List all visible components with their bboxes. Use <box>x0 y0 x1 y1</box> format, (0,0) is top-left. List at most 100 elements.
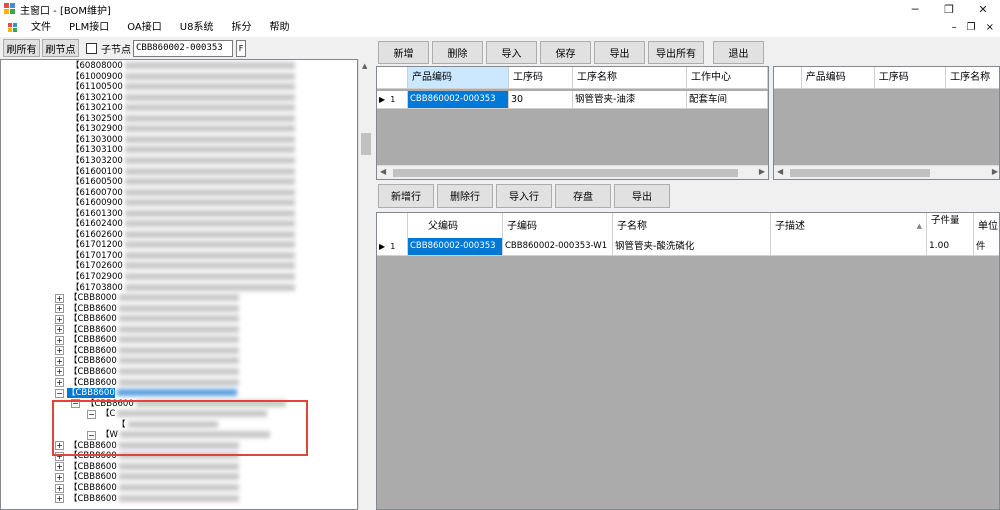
scroll-left-icon[interactable]: ◀ <box>380 167 386 176</box>
tree-node[interactable]: 【61702600 <box>71 261 295 271</box>
tree-node[interactable]: 【61303000 <box>71 135 295 145</box>
expand-icon[interactable]: + <box>55 335 64 345</box>
export-button[interactable]: 导出 <box>594 41 645 64</box>
export-all-button[interactable]: 导出所有 <box>648 41 704 64</box>
tree-node[interactable]: 【CBB8600 <box>69 314 239 324</box>
mdi-child-icon[interactable] <box>8 22 18 33</box>
col-header-process-code[interactable]: 工序码 <box>509 67 573 88</box>
secondary-grid-hscrollbar[interactable]: ◀ ▶ <box>774 165 999 179</box>
cell-child-desc[interactable] <box>771 238 927 256</box>
expand-icon[interactable]: + <box>55 314 64 324</box>
tree-node[interactable]: 【61602600 <box>71 230 295 240</box>
col-header-work-center[interactable]: 工作中心 <box>687 67 768 88</box>
tree-node[interactable]: 【CBB8600 <box>67 388 237 399</box>
tree-node[interactable]: 【CBB8600 <box>69 304 239 314</box>
cell-parent-code[interactable]: CBB860002-000353 <box>408 238 503 256</box>
tree-node[interactable]: 【61000900 <box>71 72 295 82</box>
delete-button[interactable]: 删除 <box>432 41 483 64</box>
expand-icon[interactable]: + <box>55 378 64 387</box>
tree-node[interactable]: 【CBB8600 <box>69 325 239 335</box>
col-header-child-name[interactable]: 子名称 <box>613 213 771 239</box>
exit-button[interactable]: 退出 <box>713 41 764 64</box>
scroll-left-icon[interactable]: ◀ <box>777 167 783 176</box>
menu-u8[interactable]: U8系统 <box>171 18 223 37</box>
find-button[interactable]: F <box>236 39 246 57</box>
cell-qty[interactable]: 1.00 <box>927 238 974 256</box>
expand-icon[interactable]: + <box>55 462 64 472</box>
add-row-button[interactable]: 新增行 <box>378 183 434 208</box>
col-header-process-name-2[interactable]: 工序名称 <box>946 67 999 88</box>
col-header-product-code[interactable]: 产品编码 <box>408 67 509 88</box>
table-row[interactable]: ▶ 1 CBB860002-000353 30 钢管管夹-油漆 配套车间 <box>377 91 768 109</box>
tree-node[interactable]: 【60808000 <box>71 61 295 71</box>
menu-plm[interactable]: PLM接口 <box>60 18 118 37</box>
scroll-up-icon[interactable]: ▲ <box>362 62 367 70</box>
mdi-close-button[interactable]: × <box>986 22 994 33</box>
tree-node[interactable]: 【CBB8600 <box>69 462 239 472</box>
menu-split[interactable]: 拆分 <box>222 18 260 37</box>
col-header-unit[interactable]: 单位 <box>974 213 999 239</box>
cell-unit[interactable]: 件 <box>974 238 999 256</box>
col-header-parent-code[interactable]: 父编码 <box>408 213 503 239</box>
tree-node[interactable]: 【61601300 <box>71 209 295 219</box>
tree-vertical-scrollbar[interactable]: ▲ <box>358 59 373 510</box>
tree-node[interactable]: 【CBB8600 <box>69 346 239 356</box>
expand-icon[interactable]: + <box>55 483 64 493</box>
export-bom-button[interactable]: 导出 <box>614 183 670 208</box>
cell-process-name[interactable]: 钢管管夹-油漆 <box>573 91 687 109</box>
delete-row-button[interactable]: 删除行 <box>437 183 493 208</box>
col-header-process-code-2[interactable]: 工序码 <box>875 67 947 88</box>
restore-button[interactable]: ❐ <box>932 0 966 18</box>
cell-child-name[interactable]: 钢管管夹-酸洗磷化 <box>613 238 771 256</box>
refresh-all-button[interactable]: 刷所有 <box>3 39 40 57</box>
expand-icon[interactable]: + <box>55 494 64 504</box>
secondary-grid[interactable]: 产品编码 工序码 工序名称 ◀ ▶ <box>773 66 1000 180</box>
expand-icon[interactable]: + <box>55 346 64 356</box>
tree-node[interactable]: 【61302900 <box>71 124 295 134</box>
tree-node[interactable]: 【61701200 <box>71 240 295 250</box>
tree-node[interactable]: 【61702900 <box>71 272 295 282</box>
refresh-node-button[interactable]: 刷节点 <box>42 39 79 57</box>
scroll-right-icon[interactable]: ▶ <box>759 167 765 176</box>
col-header-child-code[interactable]: 子编码 <box>503 213 613 239</box>
tree-node[interactable]: 【61600700 <box>71 188 295 198</box>
tree-node[interactable]: 【61600100 <box>71 167 295 177</box>
tree-node[interactable]: 【61600500 <box>71 177 295 187</box>
save-button[interactable]: 保存 <box>540 41 591 64</box>
add-button[interactable]: 新增 <box>378 41 429 64</box>
cell-process-code[interactable]: 30 <box>509 91 573 109</box>
table-row[interactable]: ▶ 1 CBB860002-000353 CBB860002-000353-W1… <box>377 238 999 256</box>
save-disk-button[interactable]: 存盘 <box>555 183 611 208</box>
import-row-button[interactable]: 导入行 <box>496 183 552 208</box>
minimize-button[interactable]: ─ <box>898 0 932 18</box>
tree-node[interactable]: 【61600900 <box>71 198 295 208</box>
scroll-thumb[interactable] <box>361 133 371 155</box>
tree-node[interactable]: 【61100500 <box>71 82 295 92</box>
mdi-minimize-button[interactable]: – <box>952 22 957 33</box>
tree-node[interactable]: 【61303200 <box>71 156 295 166</box>
node-search-input[interactable]: CBB860002-000353 <box>133 39 233 57</box>
cell-work-center[interactable]: 配套车间 <box>687 91 768 109</box>
tree-node[interactable]: 【61302500 <box>71 114 295 124</box>
cell-product-code[interactable]: CBB860002-000353 <box>408 91 509 109</box>
tree-node[interactable]: 【CBB8600 <box>69 472 239 482</box>
cell-child-code[interactable]: CBB860002-000353-W1 <box>503 238 613 256</box>
expand-icon[interactable]: + <box>55 304 64 314</box>
tree-node[interactable]: 【CBB8600 <box>69 494 239 504</box>
tree-node[interactable]: 【61302100 <box>71 93 295 103</box>
expand-icon[interactable]: + <box>55 356 64 366</box>
tree-node[interactable]: 【61703800 <box>71 283 295 293</box>
col-header-product-code-2[interactable]: 产品编码 <box>802 67 875 88</box>
tree-node[interactable]: 【CBB8600 <box>69 356 239 366</box>
scroll-right-icon[interactable]: ▶ <box>992 167 998 176</box>
mdi-restore-button[interactable]: ❐ <box>967 22 976 33</box>
menu-oa[interactable]: OA接口 <box>118 18 171 37</box>
col-header-process-name[interactable]: 工序名称 <box>573 67 687 88</box>
process-grid-hscrollbar[interactable]: ◀ ▶ <box>377 165 768 179</box>
tree-node[interactable]: 【CBB8000 <box>69 293 239 303</box>
bom-grid[interactable]: 父编码 子编码 子名称 子描述 ▲ 子件量 单位 ▶ 1 CBB860002-00… <box>376 212 1000 510</box>
process-grid[interactable]: 产品编码 工序码 工序名称 工作中心 ▶ 1 CBB860002-000353 … <box>376 66 769 180</box>
tree-node[interactable]: 【CBB8600 <box>69 335 239 345</box>
tree-node[interactable]: 【61302100 <box>71 103 295 113</box>
expand-icon[interactable]: + <box>55 367 64 377</box>
